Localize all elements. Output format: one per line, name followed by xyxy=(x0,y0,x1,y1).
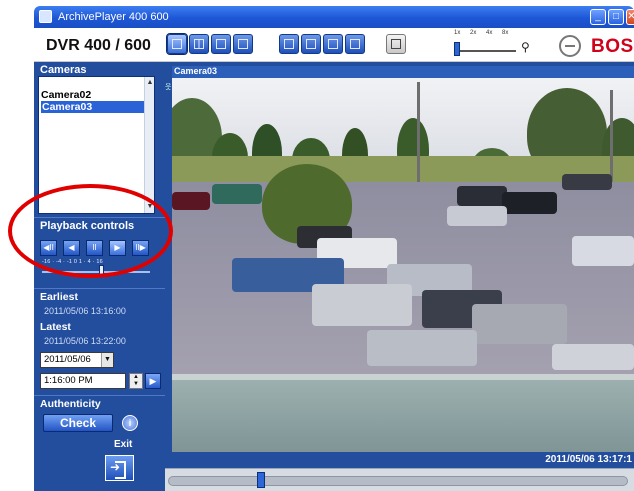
edit-icon xyxy=(350,39,360,49)
chevron-down-icon[interactable]: ▼ xyxy=(101,353,113,367)
print-icon xyxy=(306,39,316,49)
divider xyxy=(34,395,165,396)
export-button[interactable] xyxy=(279,34,299,54)
video-panel: 웃 Camera03 2011/05/06 13:17:1 xyxy=(165,62,634,491)
timeline-track[interactable] xyxy=(168,476,628,486)
light-pole xyxy=(417,82,420,182)
play-icon: ▶ xyxy=(149,376,157,386)
quad-view-button[interactable] xyxy=(189,34,209,54)
window-title: ArchivePlayer 400 600 xyxy=(58,11,169,23)
car xyxy=(367,330,477,366)
product-name: DVR 400 / 600 xyxy=(46,37,151,54)
car xyxy=(447,206,507,226)
minimize-button[interactable]: _ xyxy=(590,9,606,25)
annotation-ellipse xyxy=(8,184,173,278)
bosch-logo-icon xyxy=(559,35,581,57)
car xyxy=(502,192,557,214)
video-roof xyxy=(172,374,634,452)
snapshot-icon xyxy=(391,39,401,49)
video-header: Camera03 xyxy=(172,66,634,78)
person-icon: 웃 xyxy=(165,84,172,91)
date-picker[interactable]: 2011/05/06 ▼ xyxy=(40,352,114,368)
magnifier-icon[interactable]: ⚲ xyxy=(521,40,530,54)
print-button[interactable] xyxy=(301,34,321,54)
title-bar: ArchivePlayer 400 600 _ □ ✕ xyxy=(34,6,634,28)
time-input[interactable]: 1:16:00 PM xyxy=(40,373,126,389)
car xyxy=(552,344,634,370)
info-icon: i xyxy=(128,418,132,428)
nine-view-icon xyxy=(216,39,226,49)
maximize-button[interactable]: □ xyxy=(608,9,624,25)
timeline xyxy=(165,468,634,491)
camera-list-scrollbar[interactable]: ▲ ▼ xyxy=(144,77,154,213)
info-button[interactable]: i xyxy=(122,415,138,431)
minimize-icon: _ xyxy=(595,11,601,22)
earliest-label: Earliest xyxy=(40,291,78,303)
close-icon: ✕ xyxy=(627,11,634,22)
scroll-up-icon[interactable]: ▲ xyxy=(146,79,154,87)
audio-button[interactable] xyxy=(323,34,343,54)
time-spinner[interactable]: ▲ ▼ xyxy=(129,373,143,389)
speed-label: 8x xyxy=(502,30,509,36)
camera-list-item[interactable]: Camera02 xyxy=(41,89,91,101)
quad-view-icon xyxy=(194,39,204,49)
time-value: 1:16:00 PM xyxy=(44,375,93,386)
car xyxy=(312,284,412,326)
app-icon xyxy=(39,10,52,23)
toolbar: DVR 400 / 600 1x 2x 4x 8x ⚲ BOSCH xyxy=(34,28,634,62)
earliest-value: 2011/05/06 13:16:00 xyxy=(44,306,126,316)
video-feed[interactable] xyxy=(172,78,634,452)
car xyxy=(572,236,634,266)
snapshot-button[interactable] xyxy=(386,34,406,54)
car xyxy=(472,304,567,344)
car xyxy=(172,192,210,210)
video-timestamp: 2011/05/06 13:17:1 xyxy=(545,454,632,465)
audio-icon xyxy=(328,39,338,49)
speed-label: 1x xyxy=(454,30,461,36)
sixteen-view-button[interactable] xyxy=(233,34,253,54)
latest-label: Latest xyxy=(40,321,71,333)
authenticity-title: Authenticity xyxy=(40,398,101,410)
brand-logo-text: BOSCH xyxy=(591,36,634,57)
check-button[interactable]: Check xyxy=(43,414,113,432)
latest-value: 2011/05/06 13:22:00 xyxy=(44,336,126,346)
sixteen-view-icon xyxy=(238,39,248,49)
timestamp-bar: 2011/05/06 13:17:1 xyxy=(172,452,634,468)
date-value: 2011/05/06 xyxy=(44,354,91,365)
divider xyxy=(34,288,165,289)
speed-label: 2x xyxy=(470,30,477,36)
close-button[interactable]: ✕ xyxy=(626,9,634,25)
go-to-time-button[interactable]: ▶ xyxy=(145,373,161,389)
export-icon xyxy=(284,39,294,49)
single-view-icon xyxy=(172,39,182,49)
car xyxy=(562,174,612,190)
edit-button[interactable] xyxy=(345,34,365,54)
exit-button[interactable] xyxy=(105,455,134,481)
cameras-title: Cameras xyxy=(40,64,87,76)
video-camera-label: Camera03 xyxy=(174,66,218,76)
speed-slider-track[interactable] xyxy=(456,50,516,52)
timeline-thumb[interactable] xyxy=(257,472,265,488)
exit-label: Exit xyxy=(114,439,133,450)
nine-view-button[interactable] xyxy=(211,34,231,54)
car xyxy=(212,184,262,204)
single-view-button[interactable] xyxy=(166,33,188,55)
car xyxy=(457,186,507,206)
maximize-icon: □ xyxy=(612,11,620,22)
speed-slider-thumb[interactable] xyxy=(454,42,460,56)
camera-list-item-selected[interactable]: Camera03 xyxy=(41,101,144,113)
video-side-icons: 웃 xyxy=(165,82,172,92)
speed-label: 4x xyxy=(486,30,493,36)
